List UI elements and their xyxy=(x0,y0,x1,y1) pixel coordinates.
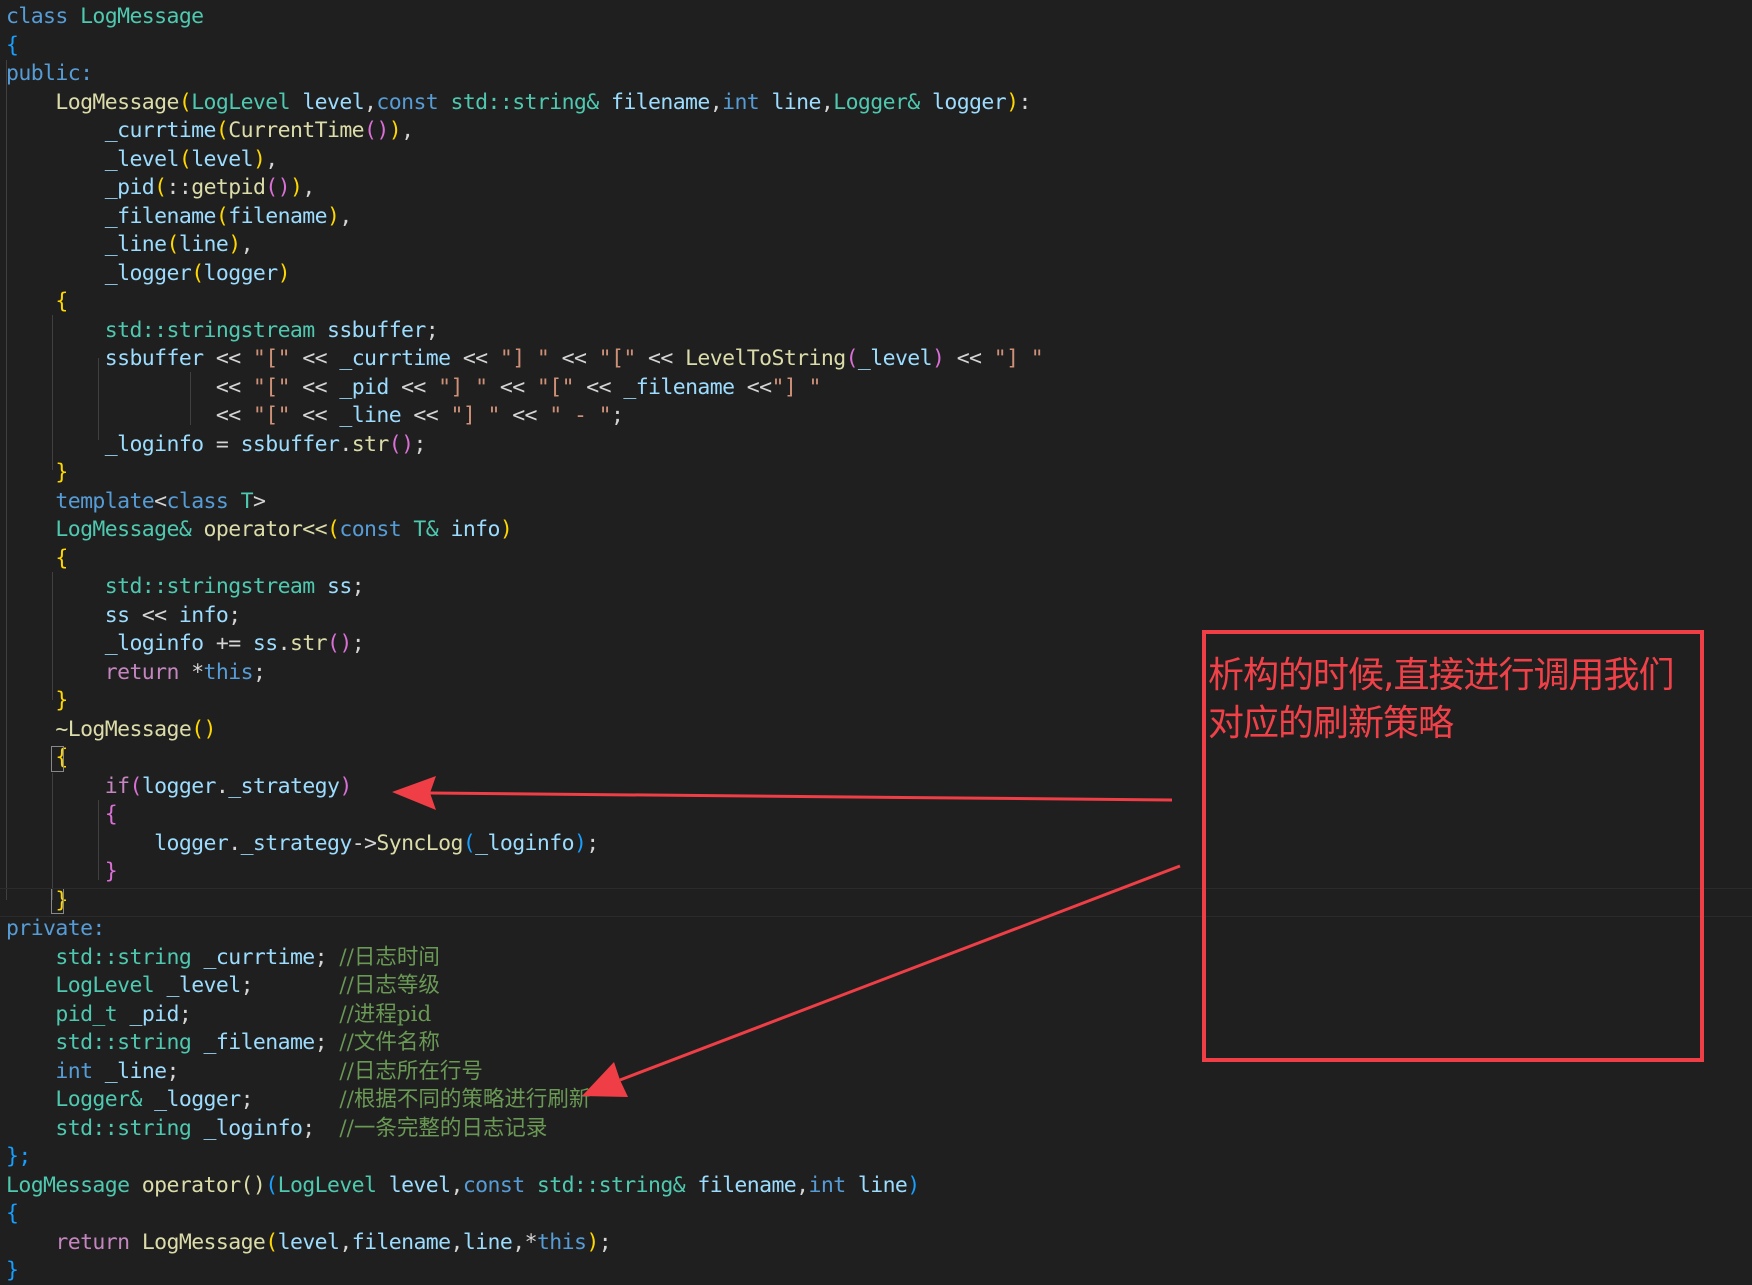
annotation-arrows xyxy=(392,776,1181,1097)
arrow-to-if-strategy xyxy=(392,776,1173,810)
arrow-to-logger-member xyxy=(582,864,1181,1097)
